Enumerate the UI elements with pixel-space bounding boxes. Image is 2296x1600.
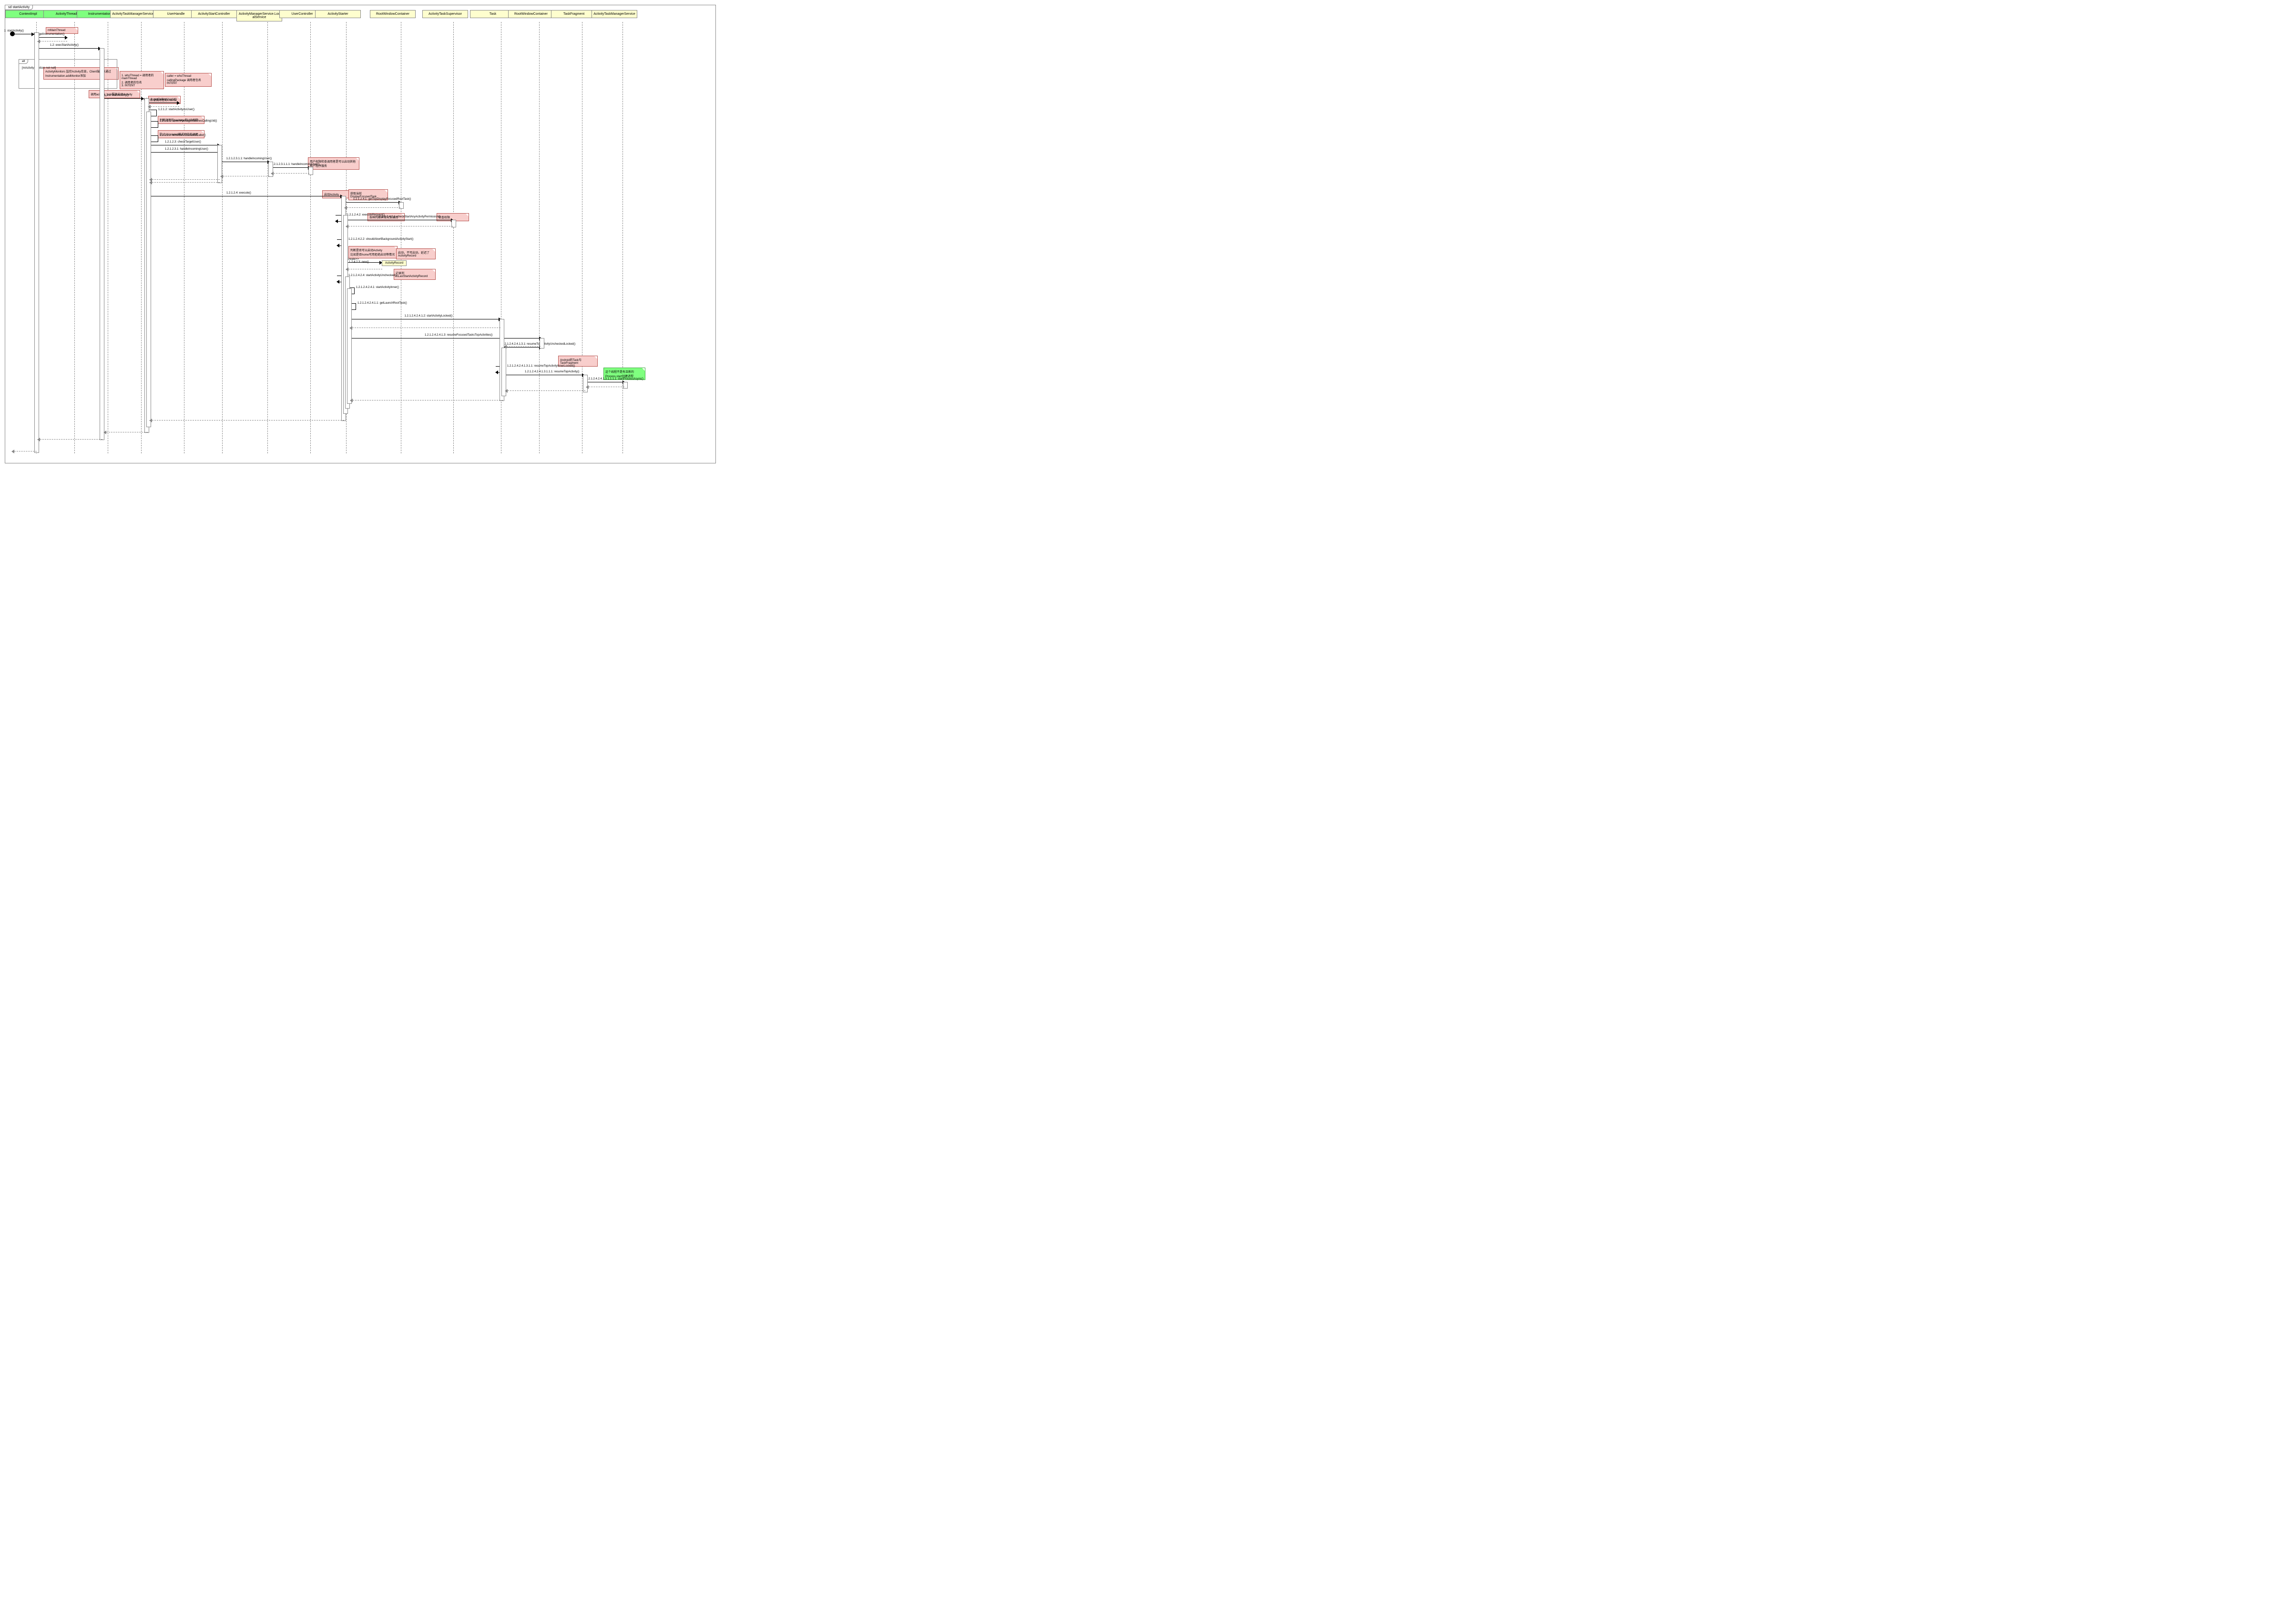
lifeline-amsls	[267, 22, 268, 453]
message-arrow	[344, 202, 401, 203]
participant-taskfragment: TaskFragment	[551, 10, 597, 18]
message-label-m17: 1.2.1.2.4.2.2: shouldAbortBackgroundActi…	[348, 238, 413, 241]
activation-bar	[100, 48, 104, 440]
activation-bar	[347, 288, 352, 404]
activation-bar	[308, 167, 313, 175]
message-label-m19: 1.2.1.2.4.2.4: startActivityUnchecked()	[348, 274, 397, 277]
return-arrow	[345, 207, 400, 208]
message-label-m6: 1.2.1.2: startActivityAsUser()	[158, 108, 194, 111]
message-label-m14: 1.2.1.2.4.1: getTopDisplayFocusedRootTas…	[353, 198, 411, 201]
note-n14: 判断是否可以启动Activity 比如是否home可用拒绝启动等情况	[348, 246, 398, 258]
message-arrow	[501, 347, 541, 348]
participant-amsls: ActivityManagerService.LocalService	[236, 10, 282, 21]
message-arrow	[38, 48, 101, 49]
message-arrow	[148, 152, 220, 153]
return-arrow	[504, 346, 541, 347]
message-label-m16: 1.2.1.2.4.2.1: checkStartAnyActivityPerm…	[379, 215, 440, 218]
return-arrow	[505, 390, 585, 391]
participant-atms: ActivityTaskManagerService	[110, 10, 156, 18]
return-arrow	[150, 420, 344, 421]
note-n4: caller = whoThread callingPackage 调用者包名 …	[165, 73, 212, 87]
message-label-m20: 1.2.1.2.4.2.4.1: startActivityInner()	[356, 286, 399, 289]
activity-record-object: ActivityRecord	[382, 260, 407, 266]
message-label-m27: 1.2.1.2.4.2.4.1.3.1.1.1.1: startProcessA…	[586, 378, 643, 380]
activation-bar	[583, 375, 588, 392]
message-label-m13: 1.2.1.2.4: execute()	[226, 192, 251, 195]
message-label-m4: 1.2.1: startActivity()	[104, 94, 129, 97]
sequence-diagram-frame: sd startActivity ContextImplActivityThre…	[5, 5, 716, 463]
participant-rwc: RootWindowContainer	[370, 10, 416, 18]
activation-bar	[34, 32, 39, 453]
message-label-m10: 1.2.1.2.3.1: handleIncomingUser()	[165, 148, 208, 151]
participant-rwc2: RootWindowContainer	[508, 10, 554, 18]
lifeline-atms2	[622, 22, 623, 453]
activation-bar	[146, 112, 151, 427]
frame-title: sd startActivity	[5, 5, 33, 10]
message-label-m12: 1.2.1.2.3.1.1.1: handleIncomingUser()	[272, 163, 320, 166]
message-arrow	[103, 98, 143, 99]
lifeline-ats	[453, 22, 454, 453]
lifeline-usercontroller	[310, 22, 311, 453]
message-label-m11: 1.2.1.2.3.1.1: handleIncomingUser()	[226, 157, 272, 160]
return-arrow	[271, 173, 309, 174]
activation-bar	[540, 338, 544, 349]
note-n16: 记录到mLastStartActivityRecord	[394, 269, 436, 280]
message-label-m3: 1.2: execStartActivity()	[50, 44, 79, 47]
lifeline-asc	[222, 22, 223, 453]
lifeline-rwc2	[539, 22, 540, 453]
message-arrow	[38, 37, 67, 38]
alt-operator-label: alt	[19, 59, 28, 64]
message-label-m7: 1.2.1.2.1: assertPackageMatchesCallingUi…	[160, 120, 217, 123]
participant-ats: ActivityTaskSupervisor	[422, 10, 468, 18]
activation-bar	[623, 382, 628, 389]
message-label-m23: 1.2.1.2.4.2.4.1.3: resumeFocusedTasksTop…	[425, 334, 492, 337]
note-n3: 1. whoThread = 调用者的mainThread 2. 调用者的包名 …	[120, 71, 164, 89]
participant-asc: ActivityStartController	[191, 10, 237, 18]
message-label-m25: 1.2.1.2.4.2.4.1.3.1.1: resumeTopActivity…	[507, 365, 575, 368]
message-label-m1: 1: startActivity()	[4, 30, 24, 32]
message-label-m22: 1.2.1.2.4.2.4.1.2: startActivityLocked()	[405, 315, 453, 318]
participant-activitystarter: ActivityStarter	[315, 10, 361, 18]
message-label-m8: 1.2.1.2.2: enforceNotIsolatedCaller()	[160, 134, 206, 137]
return-arrow	[38, 439, 102, 440]
note-n15: 启动，不可启动，延迟了ActivityRecord	[396, 248, 436, 259]
participant-atms2: ActivityTaskManagerService	[592, 10, 637, 18]
message-label-m24: 1.2.1.2.4.2.4.1.3.1: resumeTopActivityUn…	[502, 343, 576, 346]
return-arrow	[148, 106, 179, 107]
message-label-m21: 1.2.1.2.4.2.4.1.1: getLaunchRootTask()	[357, 302, 407, 305]
return-arrow	[150, 182, 220, 183]
message-label-m9: 1.2.1.2.3: checkTargetUser()	[165, 141, 201, 144]
message-arrow	[271, 167, 310, 168]
message-label-m26: 1.2.1.2.4.2.4.1.3.1.1.1: resumeTopActivi…	[525, 370, 579, 373]
return-arrow	[150, 179, 220, 180]
